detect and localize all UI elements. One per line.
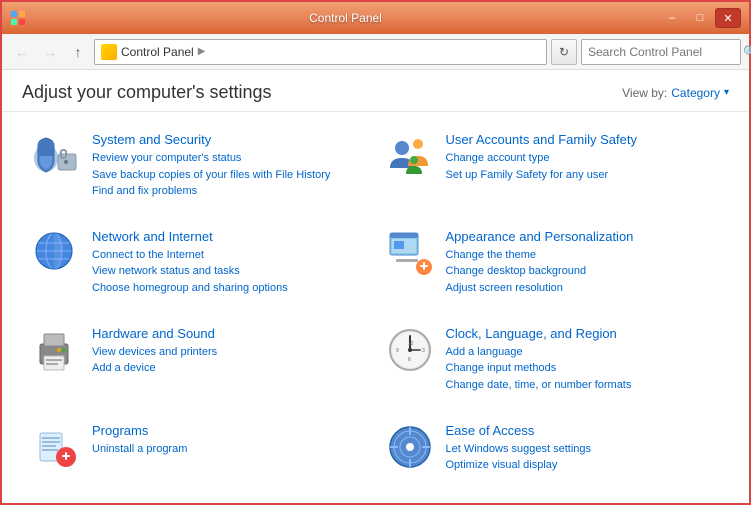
breadcrumb: Control Panel ▶ <box>101 44 540 60</box>
minimize-button[interactable]: – <box>659 8 685 28</box>
section-link-system-security-2[interactable]: Find and fix problems <box>92 183 366 200</box>
section-title-clock-language[interactable]: Clock, Language, and Region <box>446 326 720 341</box>
ease-icon <box>386 423 434 471</box>
back-button[interactable]: ← <box>10 40 34 64</box>
section-link-network-internet-1[interactable]: View network status and tasks <box>92 263 366 280</box>
programs-icon <box>32 423 80 471</box>
section-link-appearance-2[interactable]: Adjust screen resolution <box>446 280 720 297</box>
breadcrumb-folder-icon <box>101 44 117 60</box>
section-title-ease-of-access[interactable]: Ease of Access <box>446 423 720 438</box>
address-bar: ← → ↑ Control Panel ▶ ↻ 🔍 <box>2 34 749 70</box>
shield-icon <box>32 132 80 180</box>
section-link-user-accounts-1[interactable]: Set up Family Safety for any user <box>446 167 720 184</box>
section-content-network-internet: Network and Internet Connect to the Inter… <box>92 229 366 297</box>
breadcrumb-arrow: ▶ <box>198 46 206 57</box>
printer-icon <box>32 326 80 374</box>
maximize-button[interactable]: □ <box>687 8 713 28</box>
section-title-network-internet[interactable]: Network and Internet <box>92 229 366 244</box>
section-content-programs: Programs Uninstall a program <box>92 423 366 458</box>
section-link-clock-language-2[interactable]: Change date, time, or number formats <box>446 377 720 394</box>
section-network-internet: Network and Internet Connect to the Inter… <box>22 219 376 316</box>
section-link-clock-language-1[interactable]: Change input methods <box>446 360 720 377</box>
refresh-button[interactable]: ↻ <box>551 39 577 65</box>
content-header: Adjust your computer's settings View by:… <box>2 70 749 112</box>
globe-icon <box>32 229 80 277</box>
search-icon: 🔍 <box>743 45 751 59</box>
search-box[interactable]: 🔍 <box>581 39 741 65</box>
section-link-ease-of-access-0[interactable]: Let Windows suggest settings <box>446 441 720 458</box>
section-clock-language: 12 3 6 9 Clock, Language, and Region Add … <box>376 316 730 413</box>
breadcrumb-text: Control Panel <box>121 45 194 59</box>
content-area: Adjust your computer's settings View by:… <box>2 70 749 503</box>
svg-text:12: 12 <box>408 341 414 347</box>
forward-button[interactable]: → <box>38 40 62 64</box>
section-link-hardware-sound-1[interactable]: Add a device <box>92 360 366 377</box>
view-by-control: View by: Category ▾ <box>622 86 729 100</box>
section-link-network-internet-0[interactable]: Connect to the Internet <box>92 247 366 264</box>
section-appearance: Appearance and Personalization Change the… <box>376 219 730 316</box>
up-button[interactable]: ↑ <box>66 40 90 64</box>
section-link-network-internet-2[interactable]: Choose homegroup and sharing options <box>92 280 366 297</box>
section-content-user-accounts: User Accounts and Family Safety Change ac… <box>446 132 720 183</box>
panel-grid: System and Security Review your computer'… <box>2 112 749 503</box>
section-link-clock-language-0[interactable]: Add a language <box>446 344 720 361</box>
title-bar: Control Panel – □ ✕ <box>2 2 749 34</box>
section-ease-of-access: Ease of Access Let Windows suggest settin… <box>376 413 730 493</box>
section-user-accounts: User Accounts and Family Safety Change ac… <box>376 122 730 219</box>
section-content-system-security: System and Security Review your computer'… <box>92 132 366 200</box>
section-system-security: System and Security Review your computer'… <box>22 122 376 219</box>
svg-text:9: 9 <box>396 348 399 354</box>
section-title-system-security[interactable]: System and Security <box>92 132 366 147</box>
section-content-appearance: Appearance and Personalization Change the… <box>446 229 720 297</box>
section-title-appearance[interactable]: Appearance and Personalization <box>446 229 720 244</box>
section-link-ease-of-access-1[interactable]: Optimize visual display <box>446 457 720 474</box>
section-link-appearance-1[interactable]: Change desktop background <box>446 263 720 280</box>
section-link-user-accounts-0[interactable]: Change account type <box>446 150 720 167</box>
section-link-system-security-0[interactable]: Review your computer's status <box>92 150 366 167</box>
clock-icon: 12 3 6 9 <box>386 326 434 374</box>
window-controls: – □ ✕ <box>659 8 741 28</box>
window-title: Control Panel <box>32 11 659 25</box>
section-title-hardware-sound[interactable]: Hardware and Sound <box>92 326 366 341</box>
section-programs: Programs Uninstall a program <box>22 413 376 493</box>
control-panel-window: Control Panel – □ ✕ ← → ↑ Control Panel … <box>0 0 751 505</box>
window-icon <box>10 10 26 26</box>
close-button[interactable]: ✕ <box>715 8 741 28</box>
section-content-hardware-sound: Hardware and Sound View devices and print… <box>92 326 366 377</box>
section-title-programs[interactable]: Programs <box>92 423 366 438</box>
section-link-hardware-sound-0[interactable]: View devices and printers <box>92 344 366 361</box>
section-content-clock-language: Clock, Language, and Region Add a languag… <box>446 326 720 394</box>
page-title: Adjust your computer's settings <box>22 82 272 103</box>
search-input[interactable] <box>588 45 743 59</box>
address-field[interactable]: Control Panel ▶ <box>94 39 547 65</box>
view-by-value[interactable]: Category <box>671 86 720 100</box>
appearance-icon <box>386 229 434 277</box>
svg-text:3: 3 <box>422 348 425 354</box>
svg-text:6: 6 <box>408 357 411 363</box>
section-title-user-accounts[interactable]: User Accounts and Family Safety <box>446 132 720 147</box>
view-by-arrow[interactable]: ▾ <box>724 87 729 98</box>
section-content-ease-of-access: Ease of Access Let Windows suggest settin… <box>446 423 720 474</box>
section-link-system-security-1[interactable]: Save backup copies of your files with Fi… <box>92 167 366 184</box>
section-link-programs-0[interactable]: Uninstall a program <box>92 441 366 458</box>
section-link-appearance-0[interactable]: Change the theme <box>446 247 720 264</box>
view-by-label: View by: <box>622 86 667 100</box>
users-icon <box>386 132 434 180</box>
section-hardware-sound: Hardware and Sound View devices and print… <box>22 316 376 413</box>
